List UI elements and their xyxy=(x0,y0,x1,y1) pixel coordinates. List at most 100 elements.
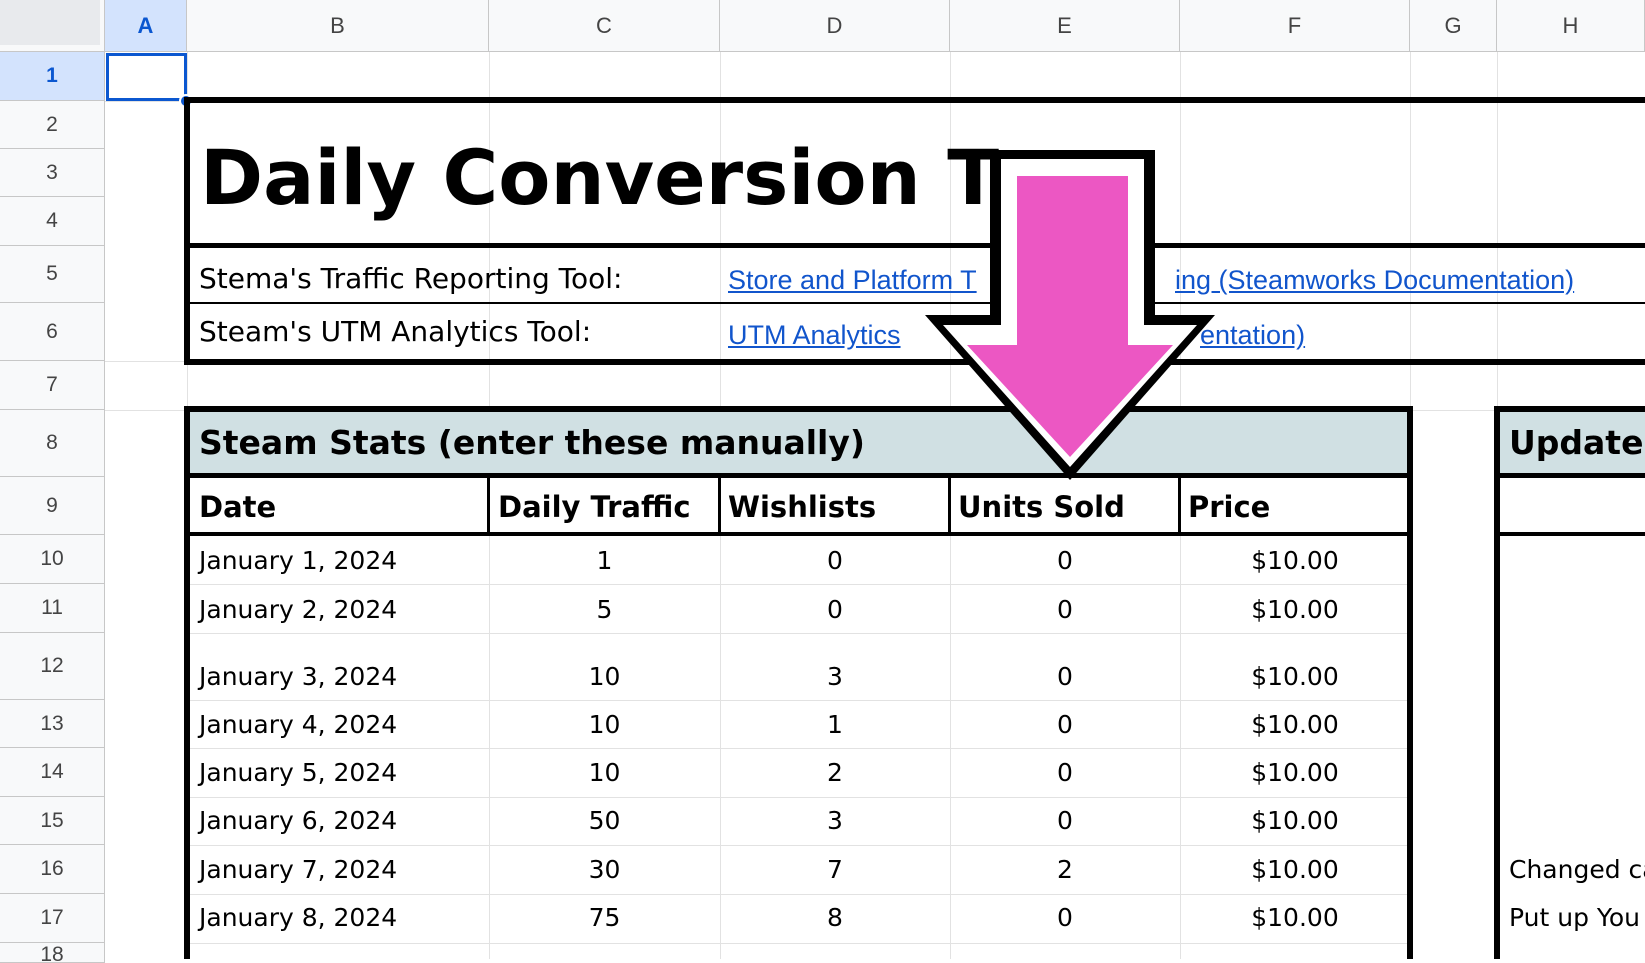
date-cell[interactable]: January 7, 2024 xyxy=(199,855,397,884)
date-cell[interactable]: January 1, 2024 xyxy=(199,546,397,575)
traffic-tool-link-end[interactable]: ing (Steamworks Documentation) xyxy=(1175,265,1574,296)
units-cell[interactable]: 0 xyxy=(950,758,1180,787)
traffic-tool-label: Stema's Traffic Reporting Tool: xyxy=(199,262,623,295)
traffic-cell[interactable]: 10 xyxy=(490,758,719,787)
header-col-divider xyxy=(718,477,721,536)
column-header-c[interactable]: C xyxy=(489,0,720,52)
row-divider xyxy=(190,584,1407,585)
wishlists-cell[interactable]: 2 xyxy=(720,758,950,787)
corner-shade xyxy=(0,0,100,45)
row-header-2[interactable]: 2 xyxy=(0,101,105,149)
price-cell[interactable]: $10.00 xyxy=(1180,595,1410,624)
traffic-cell[interactable]: 75 xyxy=(490,903,719,932)
column-header-a[interactable]: A xyxy=(105,0,187,52)
column-header-e[interactable]: E xyxy=(950,0,1180,52)
column-header-h[interactable]: H xyxy=(1497,0,1645,52)
date-cell[interactable]: January 6, 2024 xyxy=(199,806,397,835)
price-cell[interactable]: $10.00 xyxy=(1180,710,1410,739)
price-cell[interactable]: $10.00 xyxy=(1180,758,1410,787)
updates-header: Updates xyxy=(1509,423,1645,462)
title-box-border-top xyxy=(184,97,1645,103)
selected-cell-a1[interactable] xyxy=(106,53,187,101)
wishlists-cell[interactable]: 3 xyxy=(720,662,950,691)
utm-tool-label: Steam's UTM Analytics Tool: xyxy=(199,315,592,348)
date-cell[interactable]: January 3, 2024 xyxy=(199,662,397,691)
title-box-divider xyxy=(184,243,1645,248)
updates-border-top xyxy=(1494,406,1645,412)
column-label-units-sold: Units Sold xyxy=(958,490,1125,524)
stats-border-top xyxy=(184,406,1413,412)
updates-header-divider xyxy=(1494,473,1645,478)
row-divider xyxy=(190,633,1407,634)
row-header-11[interactable]: 11 xyxy=(0,584,105,633)
traffic-cell[interactable]: 10 xyxy=(490,710,719,739)
column-header-b[interactable]: B xyxy=(187,0,489,52)
stats-border-left xyxy=(184,406,190,959)
column-header-f[interactable]: F xyxy=(1180,0,1410,52)
row-header-6[interactable]: 6 xyxy=(0,303,105,361)
updates-subheader-divider xyxy=(1494,532,1645,536)
price-cell[interactable]: $10.00 xyxy=(1180,546,1410,575)
units-cell[interactable]: 2 xyxy=(950,855,1180,884)
update-note-cell[interactable]: Put up You xyxy=(1509,903,1640,932)
utm-tool-link-start[interactable]: UTM Analytics xyxy=(728,320,901,351)
header-col-divider xyxy=(487,477,490,536)
wishlists-cell[interactable]: 8 xyxy=(720,903,950,932)
header-col-divider xyxy=(948,477,951,536)
price-cell[interactable]: $10.00 xyxy=(1180,855,1410,884)
title-box-border-left xyxy=(184,97,190,365)
traffic-cell[interactable]: 1 xyxy=(490,546,719,575)
update-note-cell[interactable]: Changed ca xyxy=(1509,855,1645,884)
row-header-14[interactable]: 14 xyxy=(0,748,105,797)
date-cell[interactable]: January 5, 2024 xyxy=(199,758,397,787)
traffic-cell[interactable]: 10 xyxy=(490,662,719,691)
updates-border-left xyxy=(1494,406,1500,959)
price-cell[interactable]: $10.00 xyxy=(1180,806,1410,835)
column-label-daily-traffic: Daily Traffic xyxy=(498,490,691,524)
row-header-3[interactable]: 3 xyxy=(0,149,105,197)
row-header-4[interactable]: 4 xyxy=(0,197,105,246)
row-divider xyxy=(190,797,1407,798)
traffic-cell[interactable]: 50 xyxy=(490,806,719,835)
row-divider xyxy=(190,894,1407,895)
row-divider xyxy=(190,943,1407,944)
row-header-12[interactable]: 12 xyxy=(0,633,105,700)
column-header-g[interactable]: G xyxy=(1410,0,1497,52)
date-cell[interactable]: January 4, 2024 xyxy=(199,710,397,739)
traffic-cell[interactable]: 5 xyxy=(490,595,719,624)
date-cell[interactable]: January 8, 2024 xyxy=(199,903,397,932)
wishlists-cell[interactable]: 0 xyxy=(720,546,950,575)
wishlists-cell[interactable]: 7 xyxy=(720,855,950,884)
row-header-7[interactable]: 7 xyxy=(0,361,105,410)
row-header-13[interactable]: 13 xyxy=(0,700,105,748)
row-header-16[interactable]: 16 xyxy=(0,845,105,894)
units-cell[interactable]: 0 xyxy=(950,806,1180,835)
row-header-9[interactable]: 9 xyxy=(0,477,105,535)
units-cell[interactable]: 0 xyxy=(950,662,1180,691)
row-header-1[interactable]: 1 xyxy=(0,52,105,101)
row-header-18[interactable]: 18 xyxy=(0,943,105,963)
row-header-10[interactable]: 10 xyxy=(0,535,105,584)
row-header-15[interactable]: 15 xyxy=(0,797,105,845)
utm-tool-link-end[interactable]: entation) xyxy=(1200,320,1305,351)
date-cell[interactable]: January 2, 2024 xyxy=(199,595,397,624)
wishlists-cell[interactable]: 0 xyxy=(720,595,950,624)
row-header-8[interactable]: 8 xyxy=(0,410,105,477)
wishlists-cell[interactable]: 1 xyxy=(720,710,950,739)
row-header-5[interactable]: 5 xyxy=(0,246,105,303)
row-header-17[interactable]: 17 xyxy=(0,894,105,943)
stats-header: Steam Stats (enter these manually) xyxy=(199,423,865,462)
column-headers-divider xyxy=(184,532,1413,536)
column-header-d[interactable]: D xyxy=(720,0,950,52)
traffic-cell[interactable]: 30 xyxy=(490,855,719,884)
price-cell[interactable]: $10.00 xyxy=(1180,903,1410,932)
row-divider xyxy=(190,748,1407,749)
units-cell[interactable]: 0 xyxy=(950,546,1180,575)
units-cell[interactable]: 0 xyxy=(950,595,1180,624)
price-cell[interactable]: $10.00 xyxy=(1180,662,1410,691)
row-divider xyxy=(190,700,1407,701)
units-cell[interactable]: 0 xyxy=(950,903,1180,932)
stats-header-divider xyxy=(184,473,1413,478)
wishlists-cell[interactable]: 3 xyxy=(720,806,950,835)
units-cell[interactable]: 0 xyxy=(950,710,1180,739)
